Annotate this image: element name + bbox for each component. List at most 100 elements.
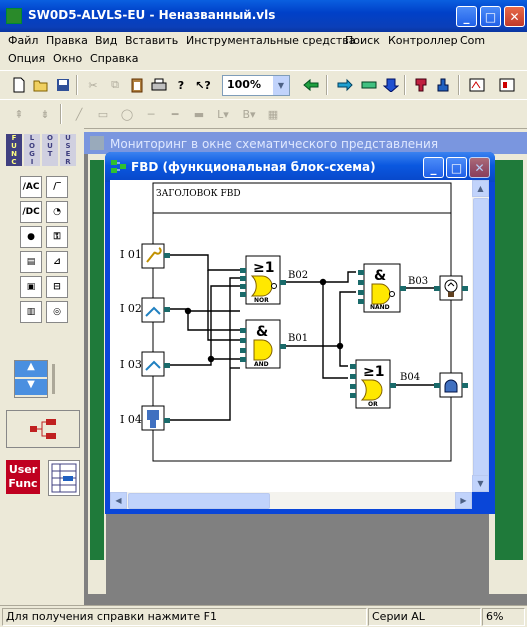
maximize-button[interactable]: □: [480, 6, 501, 27]
fbd-inputs: I 01 I 02 I 03 I 04: [120, 243, 170, 431]
input-label-i01: I 01: [120, 248, 142, 261]
hierarchy-button[interactable]: [6, 410, 80, 448]
zoom-dropdown[interactable]: 100% ▼: [222, 75, 290, 96]
open-icon[interactable]: [30, 74, 52, 96]
read-icon[interactable]: [410, 74, 432, 96]
key-icon[interactable]: ⚿: [46, 226, 68, 248]
tab-logi[interactable]: LOGI: [24, 134, 40, 166]
transfer-icon[interactable]: [334, 74, 356, 96]
menu-tools[interactable]: Инструментальные средства: [186, 34, 356, 47]
horizontal-scroll-thumb[interactable]: [128, 493, 270, 509]
block-b03-symbol: &: [374, 268, 386, 284]
menu-window[interactable]: Окно: [53, 52, 82, 65]
scroll-down-button[interactable]: ▼: [472, 475, 489, 492]
fbd-header-label: ЗАГОЛОВОК FBD: [156, 189, 241, 199]
window-title: SW0D5-ALVLS-EU - Неназванный.vls: [28, 8, 276, 22]
dot-icon[interactable]: ●: [20, 226, 42, 248]
menu-view[interactable]: Вид: [95, 34, 117, 47]
fbd-maximize-button[interactable]: □: [446, 157, 467, 178]
menu-edit[interactable]: Правка: [46, 34, 88, 47]
palette-slider[interactable]: [52, 364, 55, 394]
hline-icon[interactable]: ─: [140, 103, 162, 125]
hline2-icon[interactable]: ━: [164, 103, 186, 125]
dc-icon[interactable]: /DC: [20, 201, 42, 223]
plc-icon[interactable]: ▣: [20, 276, 42, 298]
user-func-list-button[interactable]: [48, 460, 80, 496]
rect-icon[interactable]: ▭: [92, 103, 114, 125]
align-icon[interactable]: ⇞: [8, 103, 30, 125]
ac-icon[interactable]: /AC: [20, 176, 42, 198]
menu-search[interactable]: Поиск: [345, 34, 380, 47]
monitor2-icon[interactable]: [496, 74, 518, 96]
monitor-icon[interactable]: [466, 74, 488, 96]
block-b01-symbol: &: [256, 324, 268, 340]
bold-icon[interactable]: ▬: [188, 103, 210, 125]
fbd-block-b02: ≥1 NOR B02: [240, 255, 308, 305]
write-icon[interactable]: [432, 74, 454, 96]
menu-com[interactable]: Com: [460, 34, 485, 47]
switch-icon[interactable]: ⊿: [46, 251, 68, 273]
fbd-vertical-scrollbar[interactable]: ▲ ▼: [472, 180, 489, 492]
minimize-button[interactable]: _: [456, 6, 477, 27]
function-palette: FUNC LOGI OUT USER /AC /‾ /DC ◔ ● ⚿ ▤ ⊿ …: [0, 128, 84, 605]
input-label-i02: I 02: [120, 302, 142, 315]
user-func-button[interactable]: User Func: [6, 460, 40, 494]
fbd-canvas[interactable]: ЗАГОЛОВОК FBD I 01 I 02 I 03 I 04 ≥1 NOR…: [110, 180, 472, 492]
motor-icon[interactable]: ◎: [46, 301, 68, 323]
paste-icon[interactable]: [126, 74, 148, 96]
fbd-minimize-button[interactable]: _: [423, 157, 444, 178]
menu-help[interactable]: Справка: [90, 52, 138, 65]
block-b03-type: NAND: [370, 304, 390, 311]
fbd-close-button[interactable]: ✕: [469, 157, 490, 178]
fbd-block-b01: & AND B01: [240, 319, 308, 369]
table-icon[interactable]: ▦: [262, 103, 284, 125]
menu-bar: Файл Правка Вид Вставить Инструментальны…: [0, 32, 527, 50]
scroll-left-button[interactable]: ◀: [110, 492, 127, 509]
circle-icon[interactable]: ◯: [116, 103, 138, 125]
tree-icon: [30, 419, 56, 439]
help-icon[interactable]: ?: [170, 74, 192, 96]
tab-out[interactable]: OUT: [42, 134, 58, 166]
save-icon[interactable]: [52, 74, 74, 96]
print-icon[interactable]: [148, 74, 170, 96]
tab-user[interactable]: USER: [60, 134, 76, 166]
line-icon[interactable]: ╱: [68, 103, 90, 125]
transfer2-icon[interactable]: [358, 74, 380, 96]
pulse-icon[interactable]: /‾: [46, 176, 68, 198]
cut-icon[interactable]: ✂: [82, 74, 104, 96]
scroll-right-button[interactable]: ▶: [455, 492, 472, 509]
label-b-icon[interactable]: B ▾: [236, 103, 262, 125]
counter-icon[interactable]: ▤: [20, 251, 42, 273]
relay-icon[interactable]: ⊟: [46, 276, 68, 298]
close-button[interactable]: ✕: [504, 6, 525, 27]
copy-icon[interactable]: ⧉: [104, 74, 126, 96]
monitor-window-titlebar[interactable]: Мониторинг в окне схематического предста…: [84, 132, 527, 154]
new-icon[interactable]: [8, 74, 30, 96]
fbd-window-titlebar[interactable]: FBD (функциональная блок-схема) _ □ ✕: [105, 152, 495, 182]
chevron-down-icon[interactable]: ▼: [273, 76, 289, 95]
block-b02-type: NOR: [254, 297, 269, 304]
transfer3-icon[interactable]: [380, 74, 402, 96]
vertical-scroll-thumb[interactable]: [473, 198, 489, 480]
block-b02-symbol: ≥1: [253, 260, 274, 276]
gauge-icon[interactable]: ◔: [46, 201, 68, 223]
back-icon[interactable]: [300, 74, 322, 96]
menu-insert[interactable]: Вставить: [125, 34, 178, 47]
scroll-down-icon[interactable]: ▼: [15, 379, 47, 395]
block-b04-type: OR: [368, 401, 378, 408]
fbd-horizontal-scrollbar[interactable]: ◀ ▶: [110, 492, 472, 509]
menu-controller[interactable]: Контроллер: [388, 34, 458, 47]
scroll-up-button[interactable]: ▲: [472, 180, 489, 197]
scroll-arrows: ▲ ▼: [14, 360, 48, 398]
zoom-value: 100%: [227, 78, 261, 91]
status-series: Серии AL: [368, 608, 481, 626]
tab-func[interactable]: FUNC: [6, 134, 22, 166]
block-b04-label: B04: [400, 372, 420, 383]
scroll-up-icon[interactable]: ▲: [15, 361, 47, 377]
meter-icon[interactable]: ▥: [20, 301, 42, 323]
menu-option[interactable]: Опция: [8, 52, 45, 65]
label-l-icon[interactable]: L ▾: [210, 103, 236, 125]
menu-file[interactable]: Файл: [8, 34, 38, 47]
align2-icon[interactable]: ⇟: [34, 103, 56, 125]
context-help-icon[interactable]: ↖?: [192, 74, 214, 96]
